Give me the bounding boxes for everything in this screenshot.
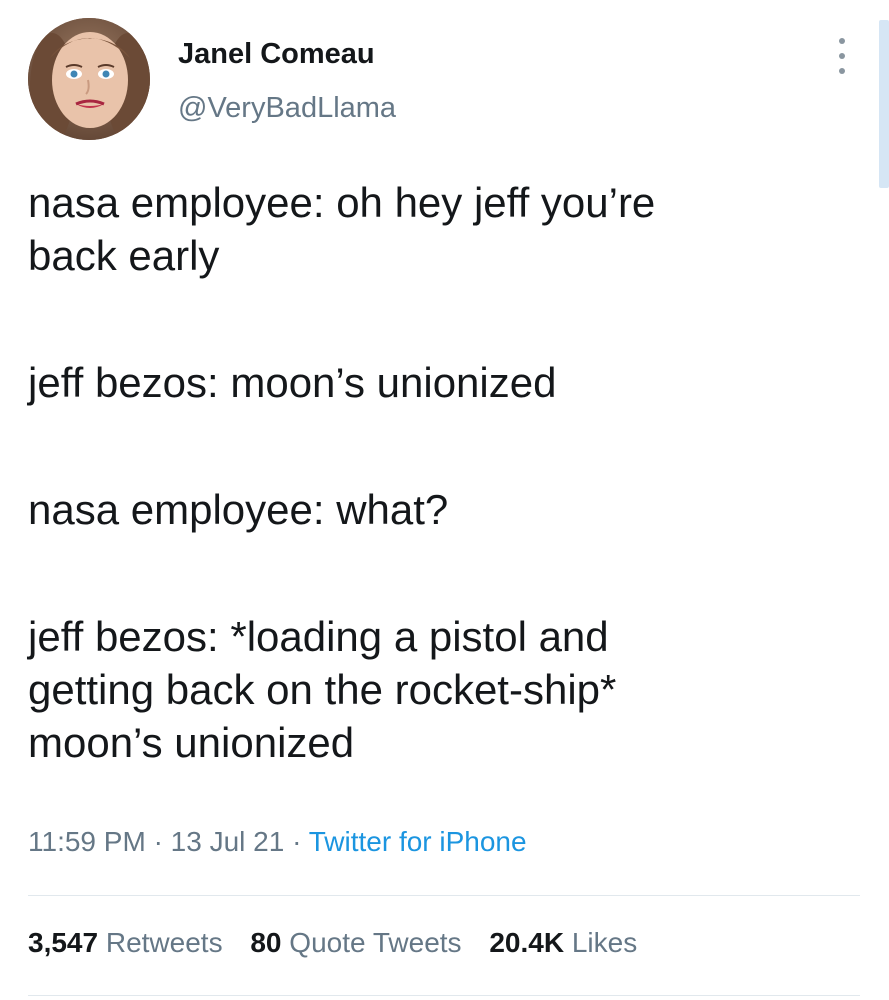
- more-options-icon[interactable]: [830, 38, 854, 74]
- quote-tweets-stat[interactable]: 80 Quote Tweets: [250, 927, 461, 958]
- retweets-count: 3,547: [28, 927, 99, 958]
- scrollbar-thumb[interactable]: [879, 20, 889, 188]
- tweet-line: back early: [28, 232, 220, 279]
- tweet-line: jeff bezos: moon’s unionized: [28, 359, 557, 406]
- tweet-line: nasa employee: oh hey jeff you’re: [28, 179, 656, 226]
- likes-count: 20.4K: [489, 927, 565, 958]
- tweet-date[interactable]: 13 Jul 21: [171, 826, 285, 857]
- tweet-source-link[interactable]: Twitter for iPhone: [309, 826, 527, 857]
- more-dot: [839, 38, 845, 44]
- profile-photo: [28, 18, 150, 140]
- more-dot: [839, 68, 845, 74]
- more-dot: [839, 53, 845, 59]
- likes-label: Likes: [571, 927, 638, 958]
- tweet-text: nasa employee: oh hey jeff you’re back e…: [28, 176, 848, 769]
- divider: [28, 895, 860, 896]
- quote-tweets-label: Quote Tweets: [289, 927, 462, 958]
- meta-separator: ·: [153, 826, 163, 857]
- tweet-line: moon’s unionized: [28, 719, 355, 766]
- likes-stat[interactable]: 20.4K Likes: [489, 927, 637, 958]
- meta-separator: ·: [292, 826, 302, 857]
- author-display-name[interactable]: Janel Comeau: [178, 38, 375, 71]
- avatar[interactable]: [28, 18, 150, 140]
- tweet-meta: 11:59 PM · 13 Jul 21 · Twitter for iPhon…: [28, 826, 527, 858]
- author-handle[interactable]: @VeryBadLlama: [178, 92, 396, 125]
- retweets-stat[interactable]: 3,547 Retweets: [28, 927, 223, 958]
- tweet-time[interactable]: 11:59 PM: [28, 826, 146, 857]
- quote-tweets-count: 80: [250, 927, 282, 958]
- tweet-line: nasa employee: what?: [28, 486, 449, 533]
- divider: [28, 995, 860, 996]
- retweets-label: Retweets: [105, 927, 223, 958]
- tweet-line: jeff bezos: *loading a pistol and: [28, 613, 609, 660]
- tweet-stats: 3,547 Retweets 80 Quote Tweets 20.4K Lik…: [28, 927, 657, 959]
- tweet-line: getting back on the rocket-ship*: [28, 666, 617, 713]
